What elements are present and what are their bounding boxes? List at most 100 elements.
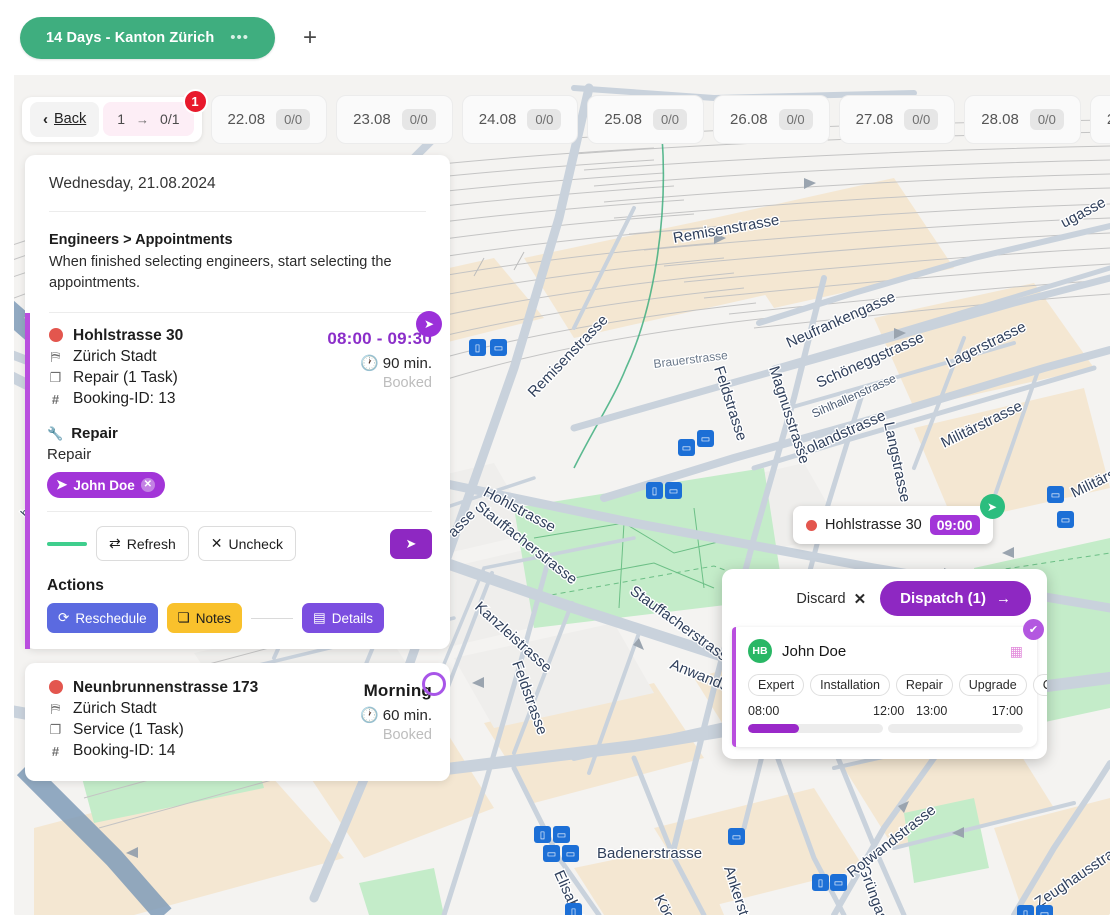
day-tab-date: 27.08	[855, 110, 894, 128]
appointment-task-row: ❐ Repair (1 Task)	[47, 369, 183, 387]
select-ring-icon[interactable]	[422, 672, 446, 697]
day-tab-date: 28.08	[981, 110, 1019, 128]
rocket-icon[interactable]: ➤	[979, 494, 1005, 519]
engineer-chip[interactable]: ➤ John Doe ✕	[47, 472, 165, 499]
panel-instructions: Engineers > Appointments When finished s…	[49, 212, 426, 314]
street-label: Badenerstrasse	[597, 845, 702, 862]
rocket-icon: ➤	[405, 535, 417, 551]
skill-tag[interactable]: Installation	[810, 674, 890, 696]
map-marker-tooltip[interactable]: Hohlstrasse 30 09:00 ➤	[793, 494, 1005, 544]
time-mid2: 13:00	[916, 704, 948, 718]
project-tab[interactable]: 14 Days - Kanton Zürich •••	[20, 16, 276, 59]
project-tab-label: 14 Days - Kanton Zürich	[46, 29, 215, 46]
arrow-right-icon: →	[996, 590, 1011, 607]
actions-row: ⟳ Reschedule ❏ Notes ▤ Details	[47, 603, 432, 634]
engineer-name: John Doe	[782, 642, 847, 660]
day-tab-date: 22.08	[227, 110, 266, 128]
day-tab-0[interactable]: 22.08 0/0	[210, 94, 328, 144]
day-tab-date: 25.08	[604, 110, 642, 128]
day-tab-count: 0/0	[527, 108, 562, 130]
details-button[interactable]: ▤ Details	[302, 603, 385, 634]
day-tab-2[interactable]: 24.08 0/0	[461, 94, 579, 144]
skill-tag[interactable]: Repair	[895, 674, 953, 696]
engineer-skills: Expert Installation Repair Upgrade Coach	[748, 674, 1047, 696]
day-tab-1[interactable]: 23.08 0/0	[336, 94, 453, 144]
appointment-duration: 🕐 90 min.	[308, 354, 432, 372]
appointment-city: Zürich Stadt	[73, 700, 157, 718]
refresh-label: Refresh	[126, 535, 176, 552]
refresh-button[interactable]: ⇄ Refresh	[96, 526, 189, 562]
notes-button[interactable]: ❏ Notes	[166, 603, 242, 634]
skill-tag[interactable]: Upgrade	[958, 674, 1027, 696]
remove-engineer-icon[interactable]: ✕	[140, 478, 155, 493]
task-subtitle: Repair	[47, 446, 92, 464]
appointment-booking-id: Booking-ID: 13	[73, 390, 176, 408]
add-tab-button[interactable]: +	[297, 24, 323, 52]
reschedule-button[interactable]: ⟳ Reschedule	[47, 603, 158, 634]
morning-bar[interactable]	[748, 724, 883, 733]
chevron-left-icon: ‹	[43, 110, 48, 128]
svg-text:▭: ▭	[1040, 909, 1049, 915]
app-root: .rd { stroke:#c9d2dc; fill:none; } .rdw …	[0, 0, 1110, 915]
calendar-icon[interactable]: ▦	[1010, 643, 1023, 660]
clock-icon: 🕐	[359, 355, 379, 373]
appointment-item-1[interactable]: Neunbrunnenstrasse 173 ⛿ Zürich Stadt ❐ …	[25, 663, 450, 782]
day-tab-4[interactable]: 26.08 0/0	[713, 94, 830, 144]
action-divider	[251, 617, 293, 619]
skill-tag[interactable]: Expert	[748, 674, 805, 696]
check-icon: ✔	[1023, 619, 1044, 640]
time-mid1: 12:00	[873, 704, 905, 718]
dispatch-header: Discard ✕ Dispatch (1) →	[722, 569, 1047, 627]
date-nav-current-group: ‹ Back 1 → 0/1 1	[22, 88, 208, 142]
appointment-address: Hohlstrasse 30	[73, 327, 184, 345]
svg-text:▭: ▭	[1061, 515, 1070, 526]
time-start: 08:00	[748, 704, 780, 718]
day-tab-count: 0/0	[778, 108, 813, 130]
availability-bars	[748, 724, 1023, 733]
timeline-labels: 08:00 12:00 13:00 17:00	[748, 704, 1023, 721]
appointment-info: Neunbrunnenstrasse 173 ⛿ Zürich Stadt ❐ …	[47, 679, 258, 763]
discard-button[interactable]: Discard ✕	[796, 590, 866, 608]
engineer-card[interactable]: ✔ HB John Doe ▦ Expert Installation Repa…	[732, 619, 1047, 747]
dispatch-button[interactable]: Dispatch (1) →	[880, 581, 1031, 616]
tasks-icon: ❐	[49, 722, 62, 738]
uncheck-button[interactable]: ✕ Uncheck	[197, 526, 296, 562]
day-tab-3[interactable]: 25.08 0/0	[587, 94, 705, 144]
appointment-task-row: ❐ Service (1 Task)	[47, 721, 258, 739]
task-title: Repair	[71, 425, 118, 443]
dispatch-panel: Discard ✕ Dispatch (1) → ✔ HB John Doe ▦…	[722, 569, 1047, 759]
back-button[interactable]: ‹ Back	[30, 101, 100, 137]
duration-text: 90 min.	[382, 355, 432, 373]
current-day-tab[interactable]: 1 → 0/1	[103, 102, 194, 136]
status-dot-icon	[806, 519, 817, 531]
reschedule-label: Reschedule	[75, 610, 147, 626]
svg-text:▭: ▭	[1051, 490, 1060, 501]
details-icon: ▤	[313, 610, 326, 626]
appointment-item-0[interactable]: Hohlstrasse 30 ⛿ Zürich Stadt ❐ Repair (…	[25, 311, 450, 650]
afternoon-bar[interactable]	[888, 724, 1023, 733]
current-day-index: 1	[117, 111, 126, 127]
marker-time: 09:00	[929, 515, 980, 535]
appointment-time: Morning	[363, 681, 432, 701]
day-tab-6[interactable]: 28.08 0/0	[964, 94, 1081, 144]
rocket-icon[interactable]: ➤	[416, 311, 442, 338]
ellipsis-icon[interactable]: •••	[230, 30, 249, 45]
dispatch-icon-button[interactable]: ➤	[390, 528, 432, 559]
svg-text:▭: ▭	[732, 832, 741, 843]
skill-tag[interactable]: Coach	[1032, 674, 1047, 696]
duration-text: 60 min.	[382, 707, 432, 725]
close-icon: ✕	[210, 535, 223, 552]
arrow-right-icon: →	[136, 111, 150, 127]
back-label: Back	[54, 111, 87, 127]
day-tab-count: 0/0	[1029, 108, 1064, 130]
appointment-time: 08:00 - 09:30	[327, 329, 432, 349]
hash-icon: #	[51, 391, 60, 407]
wrench-icon: 🔧	[47, 425, 64, 441]
svg-text:▯: ▯	[818, 878, 824, 889]
day-tab-5[interactable]: 27.08 0/0	[838, 94, 956, 144]
marker-address: Hohlstrasse 30	[825, 517, 922, 533]
avatar: HB	[748, 639, 772, 663]
day-tab-7[interactable]: 29.08 0/0	[1089, 94, 1110, 144]
svg-text:▯: ▯	[571, 907, 577, 915]
engineer-chip-label: John Doe	[73, 477, 135, 493]
